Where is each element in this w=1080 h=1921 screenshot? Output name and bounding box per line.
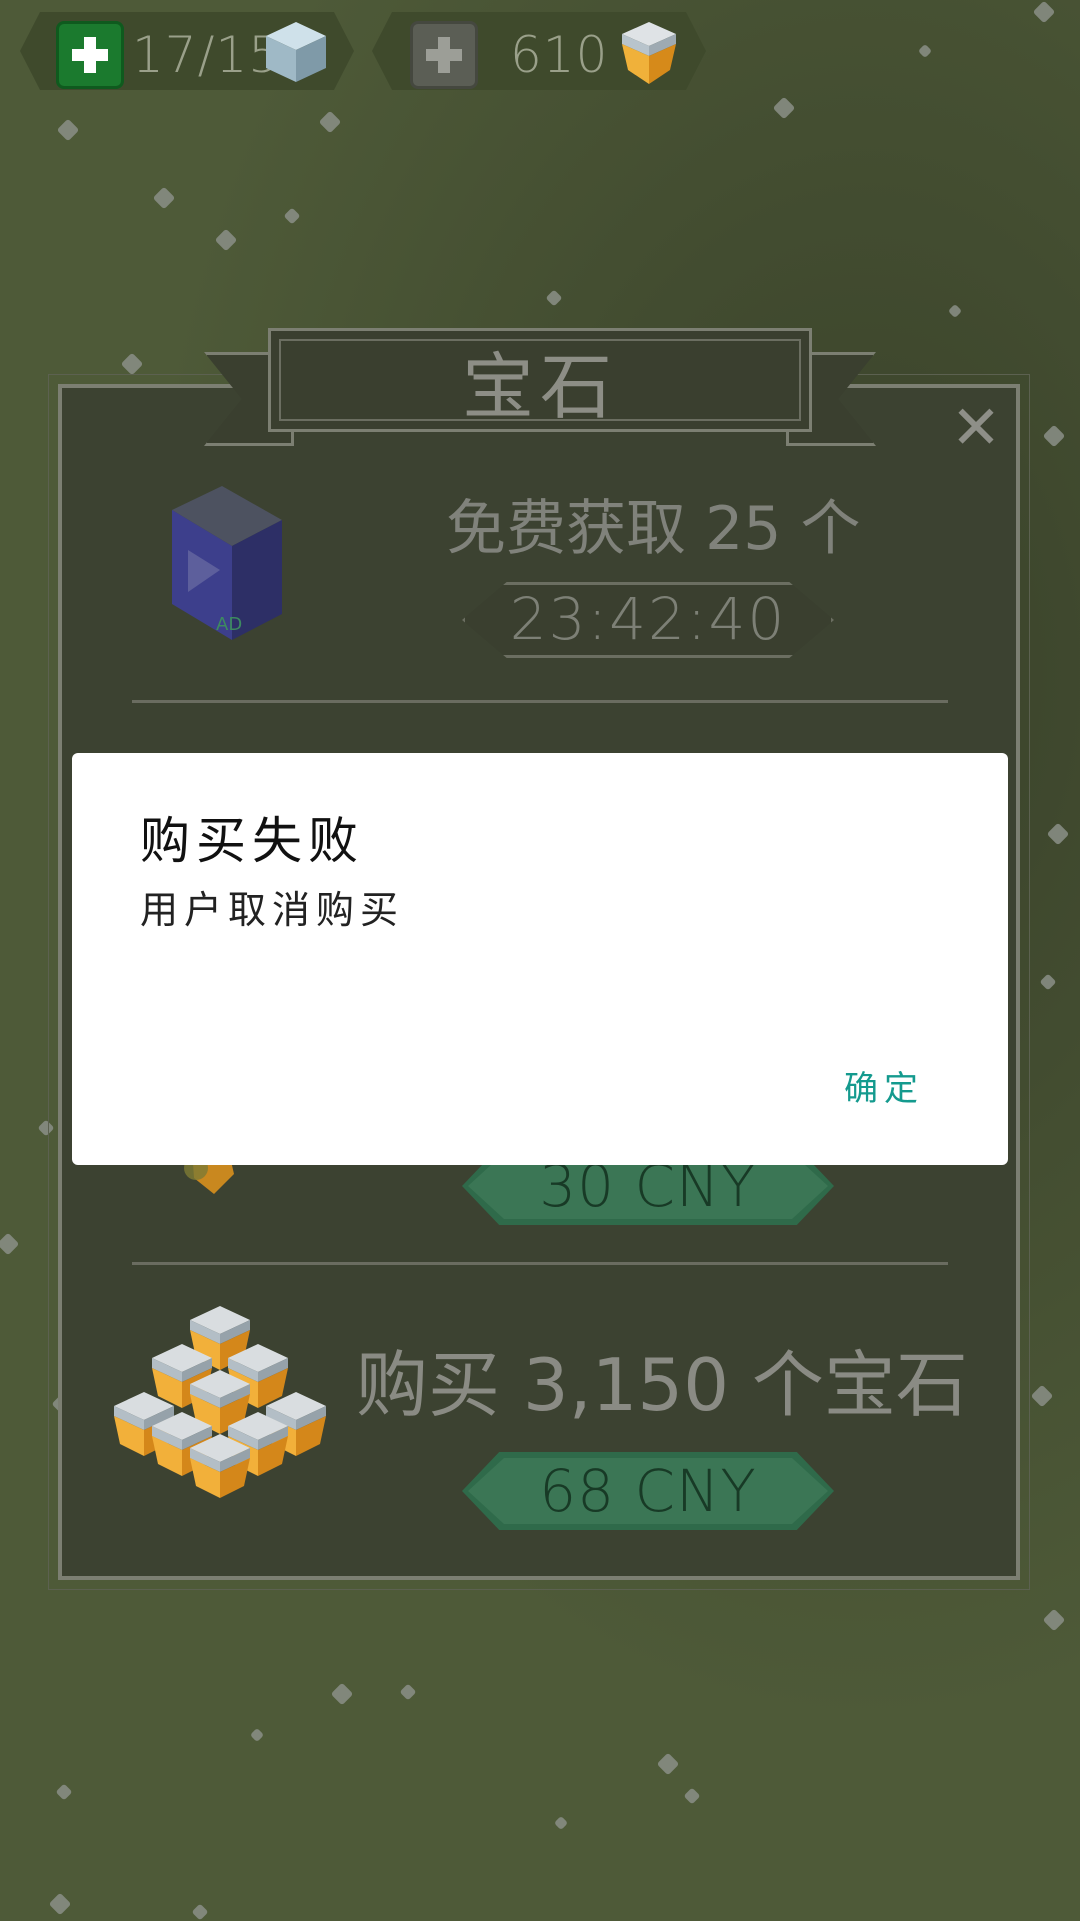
gem-pile-icon [114,1306,326,1498]
ad-badge: AD [216,614,242,635]
row-divider [132,1262,948,1265]
gem-value: 610 [510,26,609,84]
plus-icon [72,37,108,73]
dialog-title: 购买失败 [140,812,364,870]
gem-icon [622,22,676,84]
store-title: 宝石 [461,344,618,429]
store-title-ribbon: 宝石 [268,328,812,432]
row-divider [132,700,948,703]
energy-counter: 17/15 [20,12,354,90]
buy-gems-68-button[interactable]: 68 CNY [462,1452,834,1530]
dialog-ok-button[interactable]: 确定 [844,1061,924,1110]
ice-cube-icon [266,22,326,82]
purchase-failed-dialog: 购买失败 用户取消购买 确定 [72,753,1008,1165]
close-button[interactable]: ✕ [950,398,1002,458]
energy-value: 17/15 [132,26,282,84]
add-gems-button[interactable] [410,21,478,89]
free-gems-timer: 23:42:40 [509,585,787,653]
video-ad-icon: AD [172,486,282,640]
add-energy-button[interactable] [56,21,124,89]
buy-gems-3150-label: 购买 3,150 个宝石 [356,1343,968,1427]
plus-icon [426,37,462,73]
dialog-message: 用户取消购买 [140,888,405,932]
free-gems-label: 免费获取 25 个 [446,494,861,564]
price-label: 68 CNY [539,1457,757,1525]
gem-counter: 610 [372,12,706,90]
